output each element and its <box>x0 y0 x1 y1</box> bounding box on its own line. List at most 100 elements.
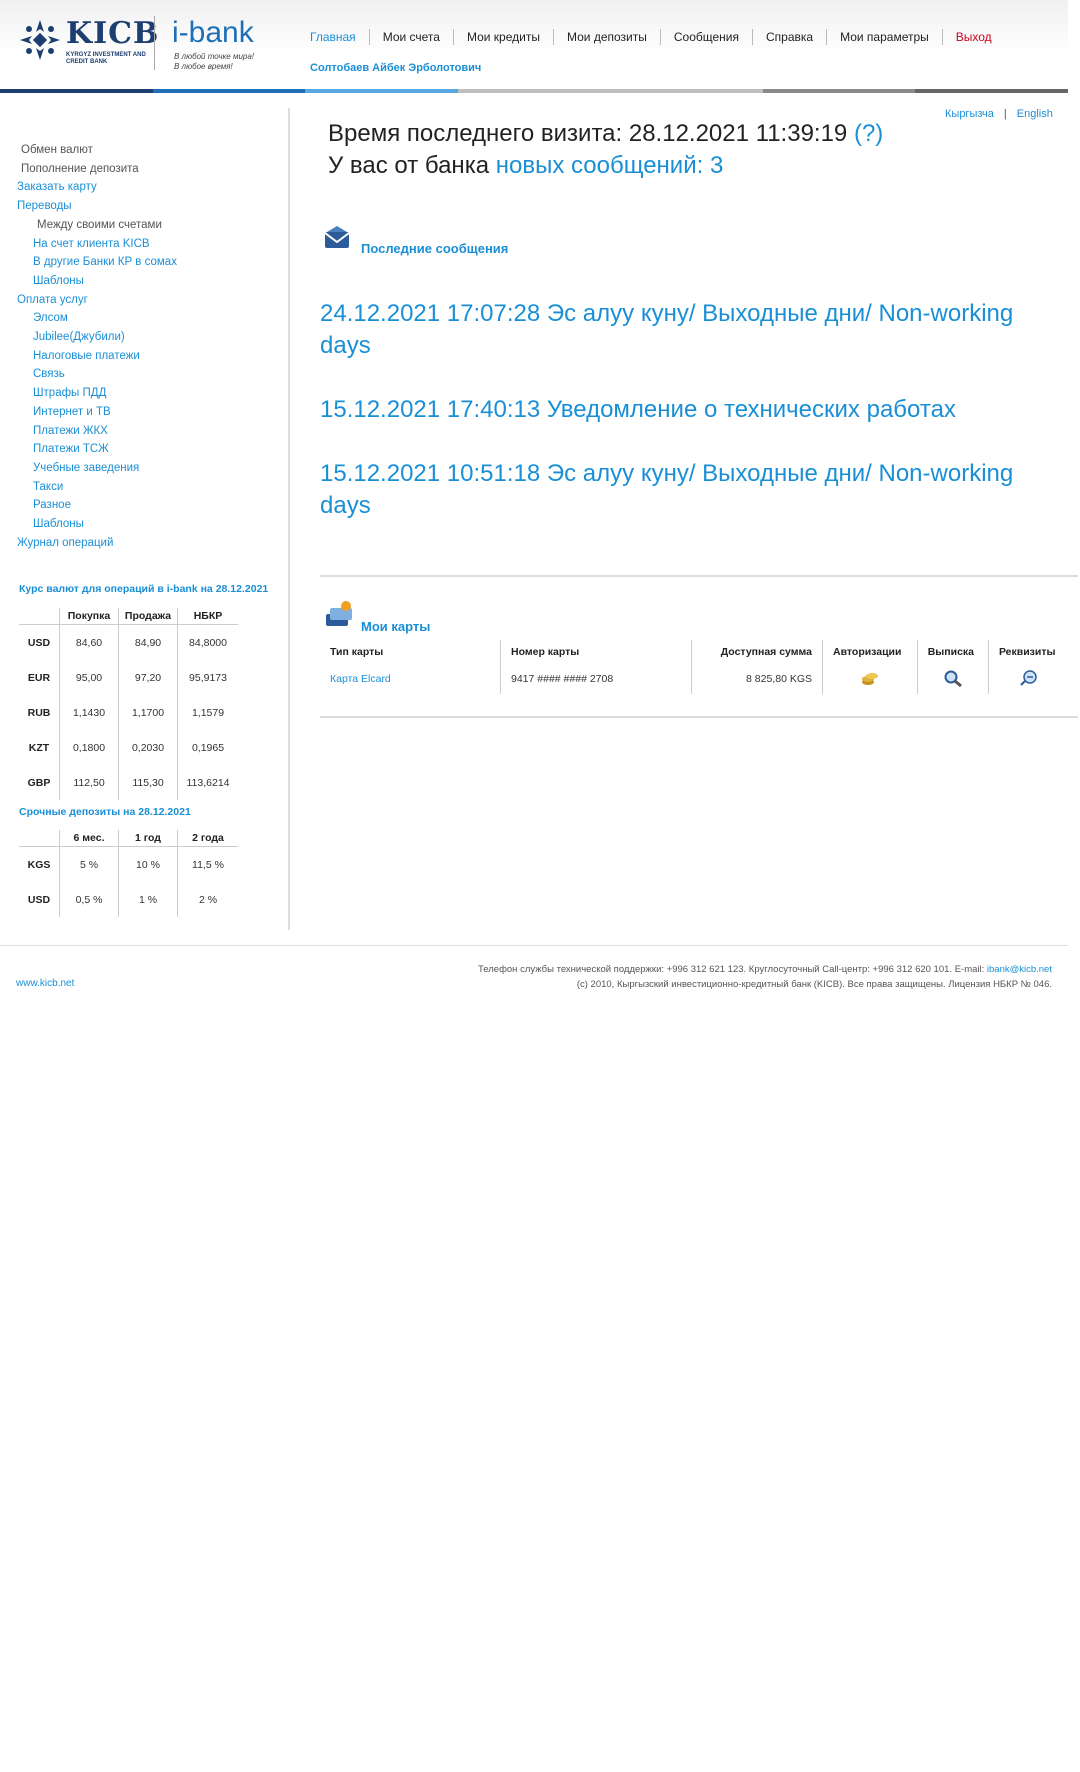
sidebar-item[interactable]: Элсом <box>17 309 177 328</box>
sidebar-item[interactable]: Между своими счетами <box>17 216 177 235</box>
sidebar-menu: Обмен валют Пополнение депозита Заказать к… <box>17 141 177 552</box>
deposits-header-cell: 1 год <box>118 830 178 847</box>
rates-title: Курс валют для операций в i-bank на 28.1… <box>19 583 269 595</box>
nav-my-deposits[interactable]: Мои депозиты <box>552 29 660 45</box>
rate-value: 0,5 % <box>59 882 119 917</box>
magnifier-icon[interactable] <box>943 669 963 687</box>
footer-support-text: Телефон службы технической поддержки: +9… <box>478 964 987 975</box>
nav-settings[interactable]: Мои параметры <box>826 29 942 45</box>
card-type-cell: Карта Elcard <box>320 664 501 694</box>
sidebar-item[interactable]: Платежи ТСЖ <box>17 440 177 459</box>
footer-site-link[interactable]: www.kicb.net <box>16 978 74 989</box>
sidebar-item[interactable]: Штрафы ПДД <box>17 384 177 403</box>
currency-code: USD <box>27 893 51 906</box>
cards-section-title: Мои карты <box>361 619 431 634</box>
header-bar-segment <box>915 89 1069 93</box>
cards-header-cell: Тип карты <box>330 646 384 658</box>
rate-value: 1,1700 <box>118 695 178 730</box>
nav-messages[interactable]: Сообщения <box>659 29 752 45</box>
footer-email-link[interactable]: ibank@kicb.net <box>987 964 1052 975</box>
sidebar-item[interactable]: Платежи ЖКХ <box>17 422 177 441</box>
sidebar-item[interactable]: Такси <box>17 478 177 497</box>
sidebar-item[interactable]: Переводы <box>17 197 177 216</box>
sidebar-item[interactable]: Разное <box>17 496 177 515</box>
table-row: Карта Elcard 9417 #### #### 2708 8 825,8… <box>320 664 1070 694</box>
help-link[interactable]: (?) <box>854 120 883 147</box>
sidebar-item[interactable]: Jubilee(Джубили) <box>17 328 177 347</box>
rate-value: 0,1800 <box>59 730 119 765</box>
currency-code: USD <box>27 636 51 649</box>
rate-value: 10 % <box>118 846 178 882</box>
deposits-table: 6 мес. 1 год 2 года KGS 5 % 10 % 11,5 % USD 0… <box>19 830 238 917</box>
sidebar-item[interactable]: Шаблоны <box>17 515 177 534</box>
slogan-line-1: В любой точке мира! <box>174 52 255 61</box>
header-bar-segment <box>152 89 306 93</box>
currency-code: KZT <box>28 741 50 754</box>
rates-row: RUB 1,1430 1,1700 1,1579 <box>19 695 238 730</box>
sidebar-item[interactable]: В другие Банки КР в сомах <box>17 253 177 272</box>
details-icon[interactable] <box>1019 669 1039 687</box>
message-link[interactable]: 15.12.2021 10:51:18 Эс алуу куну/ Выходн… <box>320 458 1060 522</box>
coins-icon[interactable] <box>861 670 879 686</box>
sidebar-item[interactable]: На счет клиента KICB <box>17 235 177 254</box>
rate-value: 1,1430 <box>59 695 119 730</box>
sidebar-item[interactable]: Журнал операций <box>17 534 177 553</box>
new-messages-link[interactable]: новых сообщений: 3 <box>489 152 724 179</box>
message-link[interactable]: 24.12.2021 17:07:28 Эс алуу куну/ Выходн… <box>320 298 1060 362</box>
nav-help[interactable]: Справка <box>752 29 826 45</box>
rates-header-cell: НБКР <box>177 608 238 625</box>
rate-value: 0,1965 <box>177 730 238 765</box>
last-visit-text: Время последнего визита: 28.12.2021 11:3… <box>328 120 848 147</box>
nav-logout[interactable]: Выход <box>941 29 1005 45</box>
nav-my-accounts[interactable]: Мои счета <box>368 29 453 45</box>
lang-kyrgyz-link[interactable]: Кыргызча <box>945 108 994 120</box>
lang-english-link[interactable]: English <box>1017 108 1053 120</box>
header-bar-segment <box>457 89 611 93</box>
rate-value: 0,2030 <box>118 730 178 765</box>
kicb-logo[interactable]: KICB KYRGYZ INVESTMENT AND CREDIT BANK i… <box>18 14 258 74</box>
rates-header-cell: Продажа <box>118 608 178 625</box>
sidebar-item[interactable]: Обмен валют <box>17 141 177 160</box>
language-switcher: Кыргызча | English <box>945 108 1053 120</box>
rate-value: 95,9173 <box>177 660 238 695</box>
rate-value: 84,90 <box>118 624 178 660</box>
rate-value: 84,8000 <box>177 624 238 660</box>
sidebar-item[interactable]: Интернет и ТВ <box>17 403 177 422</box>
sidebar-item[interactable]: Заказать карту <box>17 178 177 197</box>
sidebar-item[interactable]: Связь <box>17 365 177 384</box>
header-bar-segment <box>762 89 916 93</box>
deposits-header-cell: 6 мес. <box>59 830 119 847</box>
currency-code: EUR <box>27 671 51 684</box>
rate-value: 112,50 <box>59 765 119 800</box>
nav-my-loans[interactable]: Мои кредиты <box>452 29 553 45</box>
header-bar-segment <box>0 89 153 93</box>
card-type-link[interactable]: Карта Elcard <box>330 673 391 685</box>
rates-row: USD 84,60 84,90 84,8000 <box>19 624 238 660</box>
section-divider <box>320 716 1078 718</box>
header: KICB KYRGYZ INVESTMENT AND CREDIT BANK i… <box>0 0 1069 93</box>
sidebar-item[interactable]: Шаблоны <box>17 272 177 291</box>
deposits-row: USD 0,5 % 1 % 2 % <box>19 882 238 917</box>
message-link[interactable]: 15.12.2021 17:40:13 Уведомление о технич… <box>320 394 1060 426</box>
main-nav: Главная Мои счета Мои кредиты Мои депози… <box>300 29 1005 45</box>
new-messages-text: У вас от банка <box>328 152 490 179</box>
rate-value: 1,1579 <box>177 695 238 730</box>
rate-value: 84,60 <box>59 624 119 660</box>
deposits-header-cell <box>19 830 60 847</box>
rates-row: GBP 112,50 115,30 113,6214 <box>19 765 238 800</box>
cards-table: Тип карты Номер карты Доступная сумма Ав… <box>320 640 1070 694</box>
cards-header-cell: Выписка <box>916 640 989 664</box>
rate-value: 1 % <box>118 882 178 917</box>
rate-value: 113,6214 <box>177 765 238 800</box>
sidebar-item[interactable]: Учебные заведения <box>17 459 177 478</box>
rate-value: 95,00 <box>59 660 119 695</box>
sidebar-item[interactable]: Оплата услуг <box>17 291 177 310</box>
nav-home[interactable]: Главная <box>300 29 369 45</box>
rate-value: 115,30 <box>118 765 178 800</box>
rates-header-cell: Покупка <box>59 608 119 625</box>
details-cell <box>987 664 1070 694</box>
cards-header-cell: Авторизации <box>822 640 918 664</box>
sidebar-item[interactable]: Налоговые платежи <box>17 347 177 366</box>
sidebar-item[interactable]: Пополнение депозита <box>17 160 177 179</box>
messages-list: 24.12.2021 17:07:28 Эс алуу куну/ Выходн… <box>320 298 1060 554</box>
